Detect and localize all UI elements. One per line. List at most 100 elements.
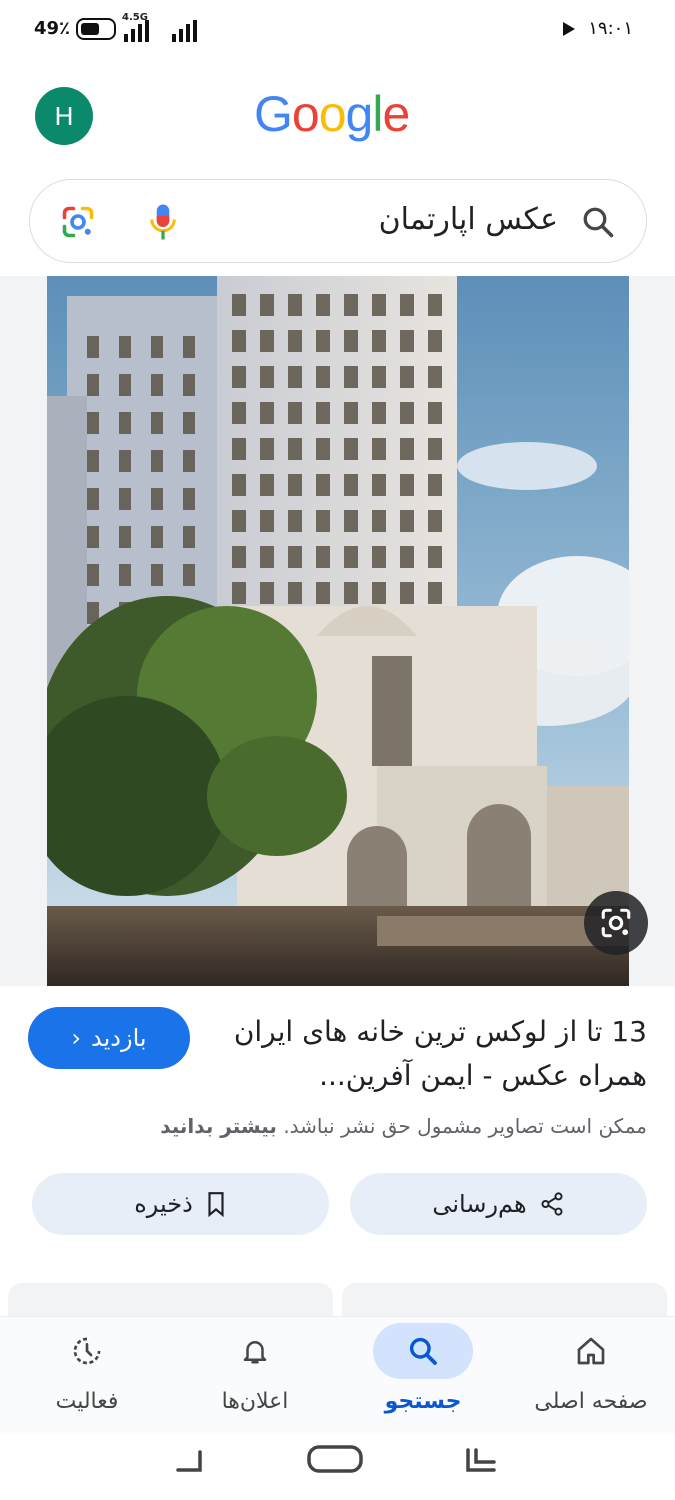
building-window — [183, 336, 195, 358]
building-window — [119, 488, 131, 510]
home-gesture-icon[interactable] — [306, 1442, 364, 1476]
building-window — [119, 374, 131, 396]
building-window — [428, 582, 442, 604]
building-window — [372, 474, 386, 496]
share-icon — [541, 1192, 563, 1216]
learn-more-link[interactable]: بیشتر بدانید — [160, 1114, 277, 1138]
building-window — [119, 450, 131, 472]
save-button[interactable]: ذخیره — [32, 1173, 329, 1235]
building-window — [232, 294, 246, 316]
building-window — [183, 374, 195, 396]
building-window — [372, 546, 386, 568]
building-window — [428, 546, 442, 568]
building-window — [183, 450, 195, 472]
search-query[interactable]: عکس اپارتمان — [379, 202, 558, 237]
status-bar: 49٪ 4.5G ۱۹:۰۱ — [0, 0, 675, 60]
account-avatar[interactable]: H — [35, 87, 93, 145]
building-window — [344, 510, 358, 532]
copyright-notice: ممکن است تصاویر مشمول حق نشر نباشد. بیشت… — [160, 1114, 647, 1138]
logo-letter: g — [345, 86, 374, 142]
building-window — [87, 336, 99, 358]
building-window — [316, 330, 330, 352]
system-navigation-bar — [0, 1434, 675, 1500]
building-window — [428, 510, 442, 532]
result-image[interactable] — [47, 276, 629, 986]
nav-item-search[interactable]: جستجو — [339, 1317, 507, 1435]
nav-item-activity[interactable]: فعالیت — [3, 1317, 171, 1435]
search-bar[interactable]: عکس اپارتمان — [29, 179, 647, 263]
building-window — [288, 546, 302, 568]
building-window — [316, 510, 330, 532]
nav-item-home[interactable]: صفحه اصلی — [507, 1317, 675, 1435]
result-title[interactable]: 13 تا از لوکس ترین خانه های ایران همراه … — [227, 1010, 647, 1098]
building-window — [428, 474, 442, 496]
building-window — [288, 402, 302, 424]
building-window — [183, 488, 195, 510]
media-play-icon — [563, 22, 575, 36]
lens-search-icon — [601, 908, 631, 938]
building-window — [372, 438, 386, 460]
activity-icon — [37, 1323, 137, 1379]
logo-letter: o — [291, 86, 320, 142]
visual-search-button[interactable] — [584, 891, 648, 955]
building-window — [232, 582, 246, 604]
building-window — [232, 330, 246, 352]
building-window — [260, 510, 274, 532]
building-window — [151, 564, 163, 586]
building-window — [87, 526, 99, 548]
building-window — [316, 582, 330, 604]
building-window — [87, 564, 99, 586]
building-window — [232, 366, 246, 388]
nav-label-home: صفحه اصلی — [534, 1389, 648, 1414]
nav-item-notifications[interactable]: اعلان‌ها — [171, 1317, 339, 1435]
building-window — [288, 582, 302, 604]
building-window — [372, 510, 386, 532]
building-window — [316, 402, 330, 424]
building-window — [260, 474, 274, 496]
building-window — [232, 474, 246, 496]
building-window — [400, 330, 414, 352]
building-window — [428, 366, 442, 388]
building-window — [288, 474, 302, 496]
back-gesture-icon[interactable] — [170, 1448, 210, 1478]
building-window — [400, 294, 414, 316]
avatar-letter: H — [54, 100, 74, 131]
building-window — [372, 582, 386, 604]
building-window — [151, 488, 163, 510]
building-window — [372, 294, 386, 316]
building-window — [87, 374, 99, 396]
building-window — [232, 546, 246, 568]
building-window — [119, 526, 131, 548]
nav-label-activity: فعالیت — [55, 1389, 119, 1414]
building-window — [372, 402, 386, 424]
share-button[interactable]: هم‌رسانی — [350, 1173, 647, 1235]
building-window — [232, 510, 246, 532]
visit-button[interactable]: بازدید ‹ — [28, 1007, 190, 1069]
building-window — [344, 582, 358, 604]
google-lens-icon[interactable] — [60, 204, 96, 240]
building-window — [232, 402, 246, 424]
building-window — [344, 438, 358, 460]
building-window — [428, 402, 442, 424]
signal-icon — [124, 18, 149, 42]
building-window — [151, 450, 163, 472]
building-window — [183, 526, 195, 548]
logo-letter: l — [372, 86, 383, 142]
recents-gesture-icon[interactable] — [462, 1446, 502, 1476]
battery-level: 49٪ — [34, 18, 71, 39]
building-window — [344, 546, 358, 568]
building-window — [260, 366, 274, 388]
google-logo[interactable]: Google — [254, 85, 410, 143]
building-window — [344, 402, 358, 424]
building-window — [87, 450, 99, 472]
nav-label-notifications: اعلان‌ها — [221, 1389, 289, 1414]
building-window — [316, 438, 330, 460]
nav-label-search: جستجو — [384, 1389, 462, 1414]
building-window — [428, 294, 442, 316]
building-window — [183, 412, 195, 434]
microphone-icon[interactable] — [148, 202, 178, 242]
building-window — [288, 438, 302, 460]
search-icon[interactable] — [580, 204, 616, 240]
building-window — [260, 438, 274, 460]
building-window — [260, 546, 274, 568]
